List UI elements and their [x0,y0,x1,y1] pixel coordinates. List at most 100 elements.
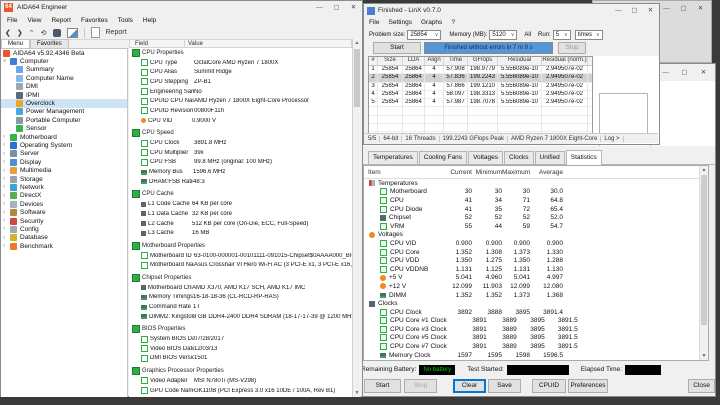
forward-icon[interactable]: ❯ [17,29,23,37]
menu-tools[interactable]: Tools [118,17,133,24]
grid-col-time[interactable]: Time [444,57,468,65]
property-row-cpu-type[interactable]: CPU TypeOctalCore AMD Ryzen 7 1800X [129,58,352,68]
property-row-motherboard-chipset[interactable]: Motherboard ChipsetAMD X370, AMD K17 SCH… [129,283,352,293]
property-row-l1-data-cache[interactable]: L1 Data Cache32 KB per core [129,209,352,219]
tab-favorites[interactable]: Favorites [30,39,69,48]
menu-help[interactable]: Help [143,17,156,24]
sidebar-item-dmi[interactable]: DMI [1,83,127,91]
header-maximum[interactable]: Maximum [502,169,530,176]
run-count-select[interactable]: 5 ∨ [553,30,571,40]
tab-temperatures[interactable]: Temperatures [368,151,418,164]
menu-view[interactable]: View [27,17,41,24]
property-row-memory-timings[interactable]: Memory Timings16-18-18-36 (CL-RCD-RP-RAS… [129,293,352,303]
back-icon[interactable]: ❮ [5,29,11,37]
expand-arrow-icon[interactable]: › [3,210,10,216]
grid-row[interactable]: 42585425864458.097198.33135.556089e-102.… [369,91,592,99]
maximize-icon[interactable]: ▢ [679,68,690,77]
property-row-dmi-bios-version[interactable]: DMI BIOS Version1501 [129,354,352,364]
user-icon[interactable] [53,29,61,37]
menu-report[interactable]: Report [51,17,71,24]
sidebar-item-operating-system[interactable]: ›Operating System [1,141,127,149]
close-icon[interactable]: ✕ [698,68,709,77]
tab-cooling-fans[interactable]: Cooling Fans [419,151,467,164]
sidebar-item-devices[interactable]: ›Devices [1,200,127,208]
property-row-engineering-sample[interactable]: Engineering SampleNo [129,87,352,97]
start-button[interactable]: Start [364,379,401,393]
property-row-cpu-stepping[interactable]: CPU SteppingZP-B1 [129,77,352,87]
expand-arrow-icon[interactable]: › [3,184,10,190]
grid-row[interactable]: 22585425864457.836199.22435.556089e-102.… [369,74,592,82]
sidebar-item-power-management[interactable]: Power Management [1,108,127,116]
statistics-scrollbar[interactable]: ▲ ▼ [699,166,708,360]
preferences-button[interactable]: Preferences [568,379,608,393]
start-button[interactable]: Start [373,42,421,54]
expand-arrow-icon[interactable]: › [3,168,10,174]
close-button[interactable]: Close [688,379,715,393]
property-row-command-rate-cr[interactable]: Command Rate (CR)1T [129,302,352,312]
property-row-cpu-clock[interactable]: CPU Clock3891.8 MHz [129,138,352,148]
sidebar-item-portable-computer[interactable]: Portable Computer [1,116,127,124]
expand-arrow-icon[interactable]: › [3,201,10,207]
memory-select[interactable]: 5120 ∨ [489,30,517,40]
sidebar-item-motherboard[interactable]: ›Motherboard [1,133,127,141]
sidebar-item-software[interactable]: ›Software [1,208,127,216]
header-item[interactable]: Item [364,169,381,176]
cpuid-button[interactable]: CPUID [532,379,566,393]
close-icon[interactable]: ✕ [348,3,359,12]
grid-row[interactable]: 32585425864457.866199.12105.556089e-102.… [369,83,592,91]
scroll-down-icon[interactable]: ▼ [700,352,708,360]
expand-arrow-icon[interactable]: › [3,193,10,199]
expand-arrow-icon[interactable]: › [3,226,10,232]
property-row-memory-bus[interactable]: Memory Bus1596.6 MHz [129,167,352,177]
problem-size-select[interactable]: 25854 ∨ [407,30,441,40]
property-row-cpuid-cpu-name[interactable]: CPUID CPU NameAMD Ryzen 7 1800X Eight-Co… [129,96,352,106]
property-row-cpu-fsb[interactable]: CPU FSB99.8 MHz (original: 100 MHz) [129,158,352,168]
tab-clocks[interactable]: Clocks [504,151,534,164]
property-row-dram-fsb-ratio[interactable]: DRAM:FSB Ratio48:3 [129,177,352,187]
linx-menu-settings[interactable]: Settings [388,19,412,26]
field-column-header[interactable]: Field [135,41,148,47]
scrollbar-thumb[interactable] [701,175,707,325]
grid-col-[interactable]: # [369,57,378,65]
property-row-motherboard-id[interactable]: Motherboard ID63-0100-000001-00101111-09… [129,251,352,261]
grid-col-residual-norm[interactable]: Residual (norm.) [542,57,588,65]
sidebar-item-display[interactable]: ›Display [1,158,127,166]
tab-menu[interactable]: Menu [1,39,30,48]
sidebar-item-benchmark[interactable]: ›Benchmark [1,242,127,250]
expand-arrow-icon[interactable]: › [3,218,10,224]
value-column-header[interactable]: Value [188,41,203,47]
sidebar-item-aida64-v5-92-4346-beta[interactable]: AIDA64 v5.92.4346 Beta [1,49,127,57]
save-button[interactable]: Save [488,379,521,393]
property-row-gpu-clock[interactable]: GPU Clock324 MHz [129,395,352,397]
expand-arrow-icon[interactable]: › [3,243,10,249]
property-row-cpu-alias[interactable]: CPU AliasSummit Ridge [129,67,352,77]
scroll-up-icon[interactable]: ▲ [353,39,361,47]
expand-arrow-icon[interactable]: › [3,142,10,148]
report-icon[interactable] [91,27,100,38]
property-row-video-adapter[interactable]: Video AdapterMSI N780Ti (MS-V298) [129,376,352,386]
property-row-gpu-code-name[interactable]: GPU Code NameGK110B (PCI Express 3.0 x16… [129,386,352,396]
linx-menu-file[interactable]: File [369,19,379,26]
sidebar-item-multimedia[interactable]: ›Multimedia [1,166,127,174]
expand-arrow-icon[interactable]: ˅ [3,59,10,65]
property-row-motherboard-name[interactable]: Motherboard NameAsus Crosshair VI Hero W… [129,260,352,270]
maximize-icon[interactable]: ▢ [629,6,640,15]
property-row-cpuid-revision[interactable]: CPUID Revision00800F11h [129,106,352,116]
linx-menu-[interactable]: ? [451,19,455,26]
run-unit-select[interactable]: times ∨ [575,30,603,40]
menu-favorites[interactable]: Favorites [81,17,108,24]
sidebar-item-security[interactable]: ›Security [1,217,127,225]
sidebar-item-config[interactable]: ›Config [1,225,127,233]
close-icon[interactable]: ✕ [645,6,656,15]
linx-menu-graphs[interactable]: Graphs [421,19,442,26]
sidebar-item-sensor[interactable]: Sensor [1,125,127,133]
sidebar-item-server[interactable]: ›Server [1,150,127,158]
property-row-cpu-vid[interactable]: CPU VID0.9000 V [129,116,352,126]
sidebar-item-directx[interactable]: ›DirectX [1,192,127,200]
clear-button[interactable]: Clear [453,379,486,393]
grid-col-lda[interactable]: LDA [403,57,425,65]
report-button[interactable]: Report [106,29,127,36]
maximize-icon[interactable]: ▢ [331,3,342,12]
close-icon[interactable]: ✕ [695,4,706,13]
expand-arrow-icon[interactable]: › [3,151,10,157]
